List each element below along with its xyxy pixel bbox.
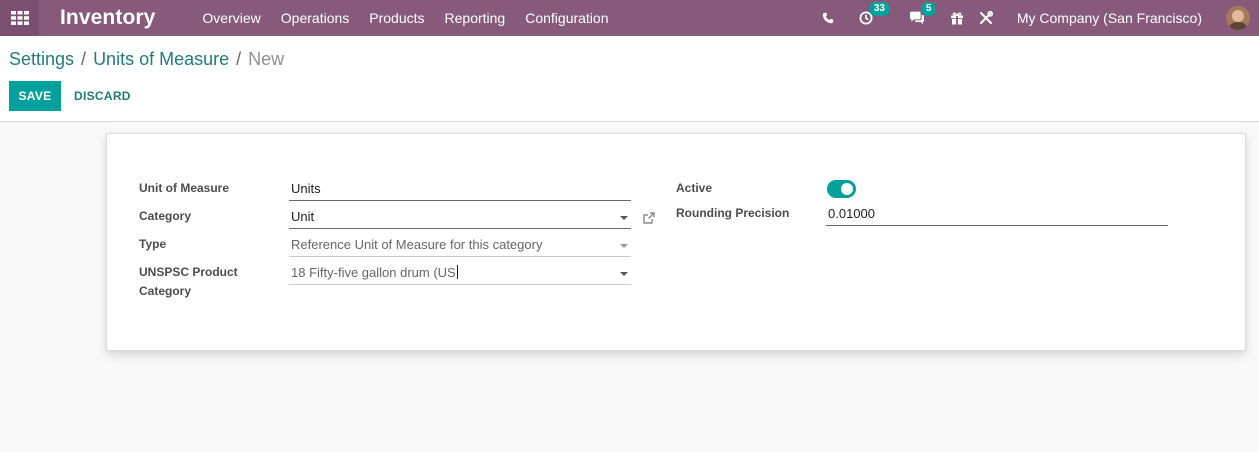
menu-item-reporting[interactable]: Reporting bbox=[445, 10, 506, 26]
external-link-icon[interactable] bbox=[643, 212, 655, 224]
unspsc-label-line2: Category bbox=[139, 284, 192, 298]
menu-item-operations[interactable]: Operations bbox=[281, 10, 349, 26]
rounding-precision-label: Rounding Precision bbox=[676, 206, 790, 220]
gift-icon bbox=[950, 12, 963, 25]
uom-label: Unit of Measure bbox=[139, 181, 230, 195]
active-toggle[interactable] bbox=[827, 180, 856, 198]
unspsc-value: 18 Fifty-five gallon drum (US bbox=[291, 265, 456, 280]
menu-item-overview[interactable]: Overview bbox=[202, 10, 260, 26]
chevron-down-icon bbox=[620, 272, 628, 276]
unspsc-select[interactable]: 18 Fifty-five gallon drum (US bbox=[289, 262, 631, 285]
control-panel: Settings / Units of Measure / New SAVE DISCA… bbox=[0, 36, 1259, 122]
discard-button[interactable]: DISCARD bbox=[74, 81, 131, 111]
apps-grid-icon bbox=[10, 11, 29, 25]
category-value: Unit bbox=[291, 209, 315, 224]
breadcrumb-units-of-measure[interactable]: Units of Measure bbox=[93, 49, 229, 69]
company-switcher[interactable]: My Company (San Francisco) bbox=[1017, 10, 1202, 26]
systray: 33 5 My Company (San Francisco) bbox=[811, 0, 1259, 36]
form-sheet: Unit of Measure Units Category Unit Type… bbox=[106, 133, 1246, 351]
debug-tools-button[interactable] bbox=[969, 0, 1003, 36]
menu-item-configuration[interactable]: Configuration bbox=[525, 10, 608, 26]
message-count-badge: 5 bbox=[920, 2, 937, 16]
breadcrumb: Settings / Units of Measure / New bbox=[9, 49, 284, 70]
type-label: Type bbox=[139, 237, 167, 251]
phone-icon bbox=[822, 12, 834, 24]
app-title[interactable]: Inventory bbox=[60, 6, 155, 30]
active-label: Active bbox=[676, 181, 713, 195]
chevron-down-icon bbox=[620, 216, 628, 220]
breadcrumb-current: New bbox=[248, 49, 285, 69]
activities-button[interactable]: 33 bbox=[845, 0, 901, 36]
save-button[interactable]: SAVE bbox=[9, 81, 61, 111]
messages-button[interactable]: 5 bbox=[901, 0, 945, 36]
uom-name-input[interactable]: Units bbox=[289, 178, 631, 201]
apps-menu-button[interactable] bbox=[0, 0, 39, 36]
breadcrumb-separator: / bbox=[236, 49, 242, 69]
voip-button[interactable] bbox=[811, 0, 845, 36]
rounding-precision-input[interactable]: 0.01000 bbox=[826, 203, 1168, 226]
unspsc-label: UNSPSC Product Category bbox=[139, 263, 238, 301]
unspsc-label-line1: UNSPSC Product bbox=[139, 265, 238, 279]
menu-item-products[interactable]: Products bbox=[369, 10, 424, 26]
text-cursor bbox=[456, 265, 458, 279]
user-avatar[interactable] bbox=[1226, 6, 1250, 30]
gift-button[interactable] bbox=[945, 0, 969, 36]
type-value: Reference Unit of Measure for this categ… bbox=[291, 237, 543, 252]
category-label: Category bbox=[139, 209, 192, 223]
type-select[interactable]: Reference Unit of Measure for this categ… bbox=[289, 234, 631, 257]
top-navbar: Inventory Overview Operations Products R… bbox=[0, 0, 1259, 36]
activity-count-badge: 33 bbox=[868, 2, 890, 16]
chevron-down-icon bbox=[620, 244, 628, 248]
breadcrumb-settings[interactable]: Settings bbox=[9, 49, 74, 69]
uom-name-value: Units bbox=[291, 181, 321, 196]
debug-tools-icon bbox=[979, 11, 993, 24]
main-menu: Overview Operations Products Reporting C… bbox=[202, 10, 628, 26]
breadcrumb-separator: / bbox=[81, 49, 87, 69]
category-select[interactable]: Unit bbox=[289, 206, 631, 229]
rounding-precision-value: 0.01000 bbox=[828, 206, 875, 221]
